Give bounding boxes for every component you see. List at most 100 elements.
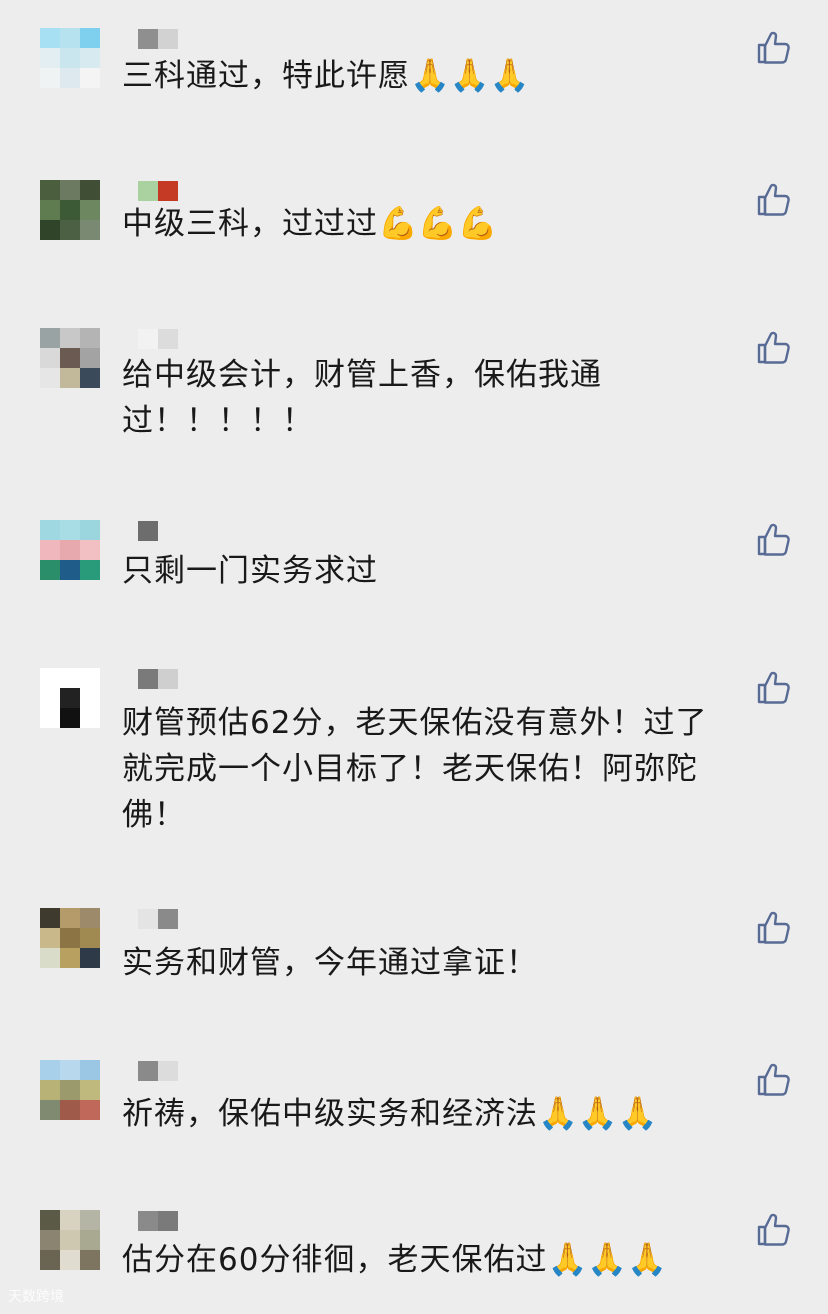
avatar-pixel (40, 180, 60, 200)
avatar-pixel (40, 708, 60, 728)
avatar-pixel (60, 68, 80, 88)
avatar-pixel (80, 28, 100, 48)
nickname[interactable] (138, 908, 178, 930)
nickname-blur-block (138, 909, 158, 929)
avatar-pixel (40, 28, 60, 48)
avatar[interactable] (40, 1210, 100, 1270)
nickname[interactable] (138, 520, 178, 542)
nickname[interactable] (138, 28, 178, 50)
avatar-pixel (80, 688, 100, 708)
comment-text-body: 中级三科，过过过 (122, 206, 378, 242)
avatar-pixel (60, 1210, 80, 1230)
nickname[interactable] (138, 180, 178, 202)
nickname-blur-block (158, 521, 178, 541)
thumbs-up-icon (757, 331, 790, 364)
comment-emoji: 💪💪💪 (378, 204, 498, 242)
comment-emoji: 🙏🙏🙏 (547, 1240, 667, 1278)
comment-emoji: 🙏🙏🙏 (538, 1094, 658, 1132)
avatar-pixel (60, 540, 80, 560)
comment-text-body: 只剩一门实务求过 (122, 553, 378, 589)
nickname-blur-block (158, 329, 178, 349)
avatar-pixel (80, 520, 100, 540)
avatar-pixel (80, 948, 100, 968)
nickname-blur-block (138, 1061, 158, 1081)
avatar-pixel (40, 540, 60, 560)
avatar-pixel (60, 28, 80, 48)
avatar-pixel (40, 668, 60, 688)
avatar[interactable] (40, 668, 100, 728)
nickname[interactable] (138, 668, 178, 690)
avatar-pixel (40, 520, 60, 540)
avatar-pixel (40, 68, 60, 88)
avatar[interactable] (40, 328, 100, 388)
comment-item: 财管预估62分，老天保佑没有意外！过了 就完成一个小目标了！老天保佑！阿弥陀 佛… (0, 668, 828, 833)
avatar-pixel (80, 220, 100, 240)
nickname[interactable] (138, 1210, 178, 1232)
avatar-pixel (80, 928, 100, 948)
like-button[interactable] (756, 670, 792, 706)
thumbs-up-icon (757, 31, 790, 64)
thumbs-up-icon (757, 183, 790, 216)
avatar-pixel (40, 688, 60, 708)
avatar-pixel (80, 1210, 100, 1230)
like-button[interactable] (756, 330, 792, 366)
comment-item: 估分在60分徘徊，老天保佑过🙏🙏🙏 (0, 1210, 828, 1314)
nickname[interactable] (138, 328, 178, 350)
comment-text: 只剩一门实务求过 (122, 548, 802, 594)
avatar-pixel (80, 1080, 100, 1100)
thumbs-up-icon (757, 911, 790, 944)
comment-feed: 三科通过，特此许愿🙏🙏🙏 中级三科，过过过💪💪💪 给中级会计，财管上香，保佑我通 过… (0, 0, 828, 1314)
avatar-pixel (40, 200, 60, 220)
thumbs-up-icon (757, 523, 790, 556)
nickname-blur-block (138, 521, 158, 541)
like-button[interactable] (756, 910, 792, 946)
nickname[interactable] (138, 1060, 178, 1082)
avatar-pixel (60, 368, 80, 388)
comment-text: 实务和财管，今年通过拿证！ (122, 940, 802, 986)
avatar-pixel (80, 908, 100, 928)
thumbs-up-icon (757, 1213, 790, 1246)
avatar-pixel (60, 948, 80, 968)
like-button[interactable] (756, 30, 792, 66)
comment-item: 祈祷，保佑中级实务和经济法🙏🙏🙏 (0, 1060, 828, 1180)
comment-text-body: 祈祷，保佑中级实务和经济法 (122, 1096, 538, 1132)
avatar-pixel (40, 928, 60, 948)
avatar-pixel (80, 348, 100, 368)
avatar[interactable] (40, 180, 100, 240)
comment-item: 实务和财管，今年通过拿证！ (0, 908, 828, 1028)
avatar-pixel (40, 560, 60, 580)
comment-text-body: 财管预估62分，老天保佑没有意外！过了 就完成一个小目标了！老天保佑！阿弥陀 佛… (122, 705, 708, 833)
avatar-pixel (60, 1230, 80, 1250)
avatar[interactable] (40, 520, 100, 580)
avatar[interactable] (40, 1060, 100, 1120)
avatar-pixel (60, 708, 80, 728)
avatar-pixel (60, 348, 80, 368)
avatar-pixel (40, 220, 60, 240)
comment-text: 中级三科，过过过💪💪💪 (122, 200, 802, 247)
avatar-pixel (40, 1210, 60, 1230)
comment-item: 只剩一门实务求过 (0, 520, 828, 640)
avatar-pixel (80, 1100, 100, 1120)
thumbs-up-icon (757, 1063, 790, 1096)
comment-text-body: 估分在60分徘徊，老天保佑过 (122, 1242, 548, 1278)
avatar[interactable] (40, 28, 100, 88)
like-button[interactable] (756, 1212, 792, 1248)
nickname-blur-block (138, 29, 158, 49)
comment-text: 祈祷，保佑中级实务和经济法🙏🙏🙏 (122, 1090, 802, 1137)
nickname-blur-block (158, 1211, 178, 1231)
avatar-pixel (40, 948, 60, 968)
nickname-blur-block (158, 909, 178, 929)
avatar-pixel (80, 1060, 100, 1080)
avatar-pixel (80, 668, 100, 688)
like-button[interactable] (756, 1062, 792, 1098)
like-button[interactable] (756, 182, 792, 218)
avatar-pixel (40, 908, 60, 928)
like-button[interactable] (756, 522, 792, 558)
nickname-blur-block (138, 181, 158, 201)
avatar[interactable] (40, 908, 100, 968)
avatar-pixel (40, 328, 60, 348)
nickname-blur-block (158, 181, 178, 201)
avatar-pixel (80, 368, 100, 388)
avatar-pixel (40, 1250, 60, 1270)
avatar-pixel (60, 200, 80, 220)
